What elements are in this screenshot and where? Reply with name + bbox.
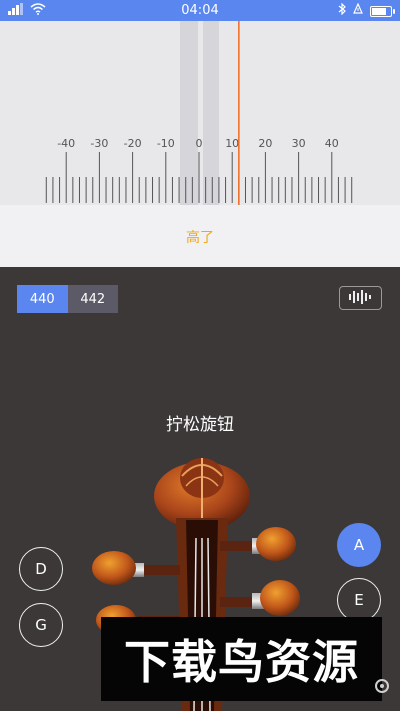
string-button-g[interactable]: G: [19, 603, 63, 647]
gear-icon[interactable]: [372, 676, 392, 696]
vibrate-icon: [352, 2, 364, 19]
gauge-tick-label: -10: [157, 137, 175, 150]
tuning-status-label: 高了: [186, 230, 214, 246]
gauge-scale: -40 -30 -20 -10 0 10 20 30 40: [45, 21, 353, 205]
gauge-tick-label: -40: [57, 137, 75, 150]
status-bar: 04:04: [0, 0, 400, 21]
reference-frequency-switch: 440 442: [17, 285, 118, 313]
string-button-e[interactable]: E: [337, 578, 381, 622]
string-button-d[interactable]: D: [19, 547, 63, 591]
center-band-left: [180, 21, 198, 205]
waveform-icon: [348, 289, 374, 308]
status-right: [338, 2, 395, 19]
gauge-tick-label: 20: [258, 137, 272, 150]
waveform-button[interactable]: [339, 286, 382, 310]
watermark-banner: 下载鸟资源: [101, 617, 382, 701]
frequency-option-442[interactable]: 442: [67, 285, 118, 313]
battery-icon: [370, 5, 395, 17]
gauge-tick-label: 10: [225, 137, 239, 150]
tuning-status-strip: 高了: [0, 205, 400, 267]
tuning-instruction: 拧松旋钮: [166, 415, 234, 435]
bluetooth-icon: [338, 2, 346, 19]
gauge-ticks: [45, 152, 353, 203]
string-button-a[interactable]: A: [337, 523, 381, 567]
watermark-text: 下载鸟资源: [124, 635, 359, 689]
gauge-tick-label: -30: [90, 137, 108, 150]
gauge-tick-label: 0: [196, 137, 203, 150]
gauge-tick-labels: -40 -30 -20 -10 0 10 20 30 40: [57, 137, 339, 150]
gauge-tick-label: 40: [325, 137, 339, 150]
tuner-gauge: -40 -30 -20 -10 0 10 20 30 40: [0, 21, 400, 205]
gauge-tick-label: -20: [124, 137, 142, 150]
gauge-tick-label: 30: [292, 137, 306, 150]
frequency-option-440[interactable]: 440: [17, 285, 68, 313]
